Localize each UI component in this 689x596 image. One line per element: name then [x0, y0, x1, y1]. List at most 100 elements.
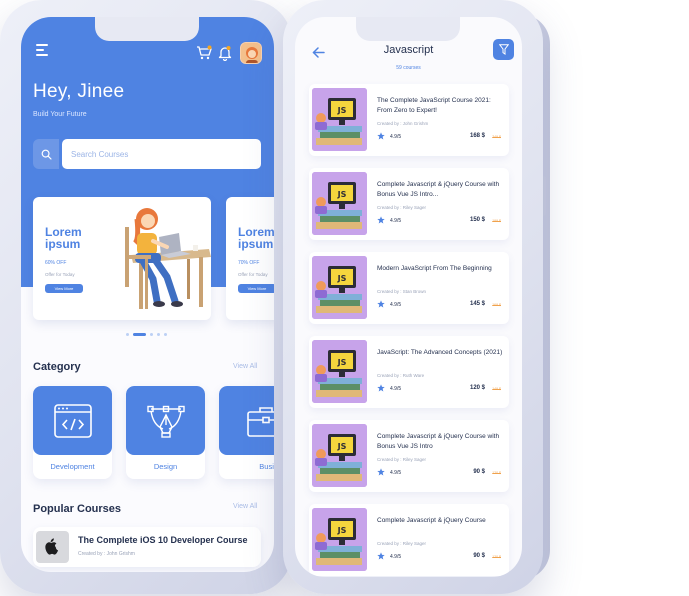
course-price: 120 $	[469, 385, 485, 391]
search-bar	[33, 139, 261, 169]
carousel-dots[interactable]	[126, 333, 167, 336]
javascript-thumbnail-illustration: JS	[312, 172, 367, 235]
javascript-thumbnail-illustration: JS	[312, 340, 367, 403]
view-more-button[interactable]: View More	[238, 284, 274, 293]
course-price: 90 $	[473, 469, 485, 475]
svg-text:JS: JS	[337, 274, 347, 283]
javascript-thumbnail-illustration: JS	[312, 508, 367, 571]
star-icon	[377, 552, 385, 560]
course-author: Created by : Riley Sager	[377, 457, 427, 462]
popular-course-author: Created by : John Grishm	[78, 551, 135, 557]
filter-button[interactable]	[493, 39, 514, 60]
course-author: Created by : Riley Sager	[377, 541, 427, 546]
course-thumbnail: JS	[312, 508, 367, 571]
course-title: Modern JavaScript From The Beginning	[377, 265, 492, 272]
promo-title: Lorem ipsum	[45, 225, 82, 251]
course-price: 90 $	[473, 553, 485, 559]
cart-icon[interactable]	[196, 45, 212, 61]
course-card[interactable]: JS Complete Javascript & jQuery Course w…	[309, 420, 509, 492]
star-icon	[377, 216, 385, 224]
search-button[interactable]	[33, 139, 59, 169]
promo-card[interactable]: Lorem ipsum 60% OFF Offer for Today View…	[33, 197, 211, 320]
javascript-thumbnail-illustration: JS	[312, 88, 367, 151]
briefcase-icon	[246, 406, 274, 437]
course-count: 59 courses	[396, 65, 421, 71]
course-card[interactable]: JS Complete Javascript & jQuery Course w…	[309, 168, 509, 240]
course-old-price: 149 $	[492, 387, 501, 391]
avatar[interactable]	[240, 42, 262, 64]
course-old-price: 120 $	[492, 555, 501, 559]
svg-text:JS: JS	[337, 442, 347, 451]
course-thumbnail: JS	[312, 424, 367, 487]
promo-discount: 70% OFF	[238, 260, 260, 266]
carousel-dot[interactable]	[157, 333, 160, 336]
category-label: Development	[50, 462, 95, 471]
promo-offer-text: Offer for Today	[238, 272, 268, 277]
menu-icon[interactable]	[36, 44, 50, 56]
course-card[interactable]: JS JavaScript: The Advanced Concepts (20…	[309, 336, 509, 408]
course-old-price: 199 $	[492, 219, 501, 223]
promo-card[interactable]: Lorem ipsum 70% OFF Offer for Today View…	[226, 197, 274, 320]
code-window-icon	[53, 403, 92, 438]
pen-tool-icon	[146, 405, 185, 438]
carousel-dot[interactable]	[126, 333, 129, 336]
filter-icon	[498, 44, 509, 55]
greeting-title: Hey, Jinee	[33, 81, 125, 102]
category-card-development[interactable]: Development	[33, 386, 112, 479]
course-thumbnail: JS	[312, 256, 367, 319]
course-price: 168 $	[469, 133, 485, 139]
greeting-subtitle: Build Your Future	[33, 111, 87, 118]
course-title: Complete Javascript & jQuery Course with…	[377, 181, 500, 198]
course-card[interactable]: JS The Complete JavaScript Course 2021: …	[309, 84, 509, 156]
popular-course-card[interactable]: The Complete iOS 10 Developer Course Cre…	[33, 527, 261, 567]
category-view-all-link[interactable]: View All	[233, 363, 257, 370]
popular-heading: Popular Courses	[33, 503, 122, 515]
course-title: Complete Javascript & jQuery Course	[377, 517, 486, 524]
carousel-dot[interactable]	[150, 333, 153, 336]
left-phone-notch	[95, 17, 199, 41]
home-screen: Hey, Jinee Build Your Future Lorem ipsum…	[21, 17, 274, 572]
course-old-price: 120 $	[492, 471, 501, 475]
category-card-business[interactable]: Business	[219, 386, 274, 479]
promo-discount: 60% OFF	[45, 260, 67, 266]
carousel-dot-active[interactable]	[133, 333, 146, 336]
category-tile	[219, 386, 274, 455]
course-old-price: 169 $	[492, 303, 501, 307]
popular-course-title: The Complete iOS 10 Developer Course	[78, 535, 248, 545]
view-more-button[interactable]: View More	[45, 284, 83, 293]
carousel-dot[interactable]	[164, 333, 167, 336]
course-author: Created by : Riley Sager	[377, 205, 427, 210]
javascript-thumbnail-illustration: JS	[312, 256, 367, 319]
category-card-design[interactable]: Design	[126, 386, 205, 479]
course-old-price: 249 $	[492, 135, 501, 139]
apple-logo-icon	[44, 538, 58, 555]
star-icon	[377, 468, 385, 476]
promo-title: Lorem ipsum	[238, 225, 274, 251]
course-rating: 4.9/5	[390, 218, 402, 224]
course-thumbnail: JS	[312, 172, 367, 235]
course-rating: 4.9/5	[390, 302, 402, 308]
course-card[interactable]: JS Modern JavaScript From The Beginning …	[309, 252, 509, 324]
search-icon	[41, 149, 52, 160]
svg-text:JS: JS	[337, 190, 347, 199]
svg-text:JS: JS	[337, 358, 347, 367]
course-author: Created by : John Grishm	[377, 121, 429, 126]
popular-view-all-link[interactable]: View All	[233, 503, 257, 510]
course-rating: 4.9/5	[390, 134, 402, 140]
course-price: 145 $	[469, 301, 485, 307]
course-rating: 4.9/5	[390, 470, 402, 476]
course-thumbnail: JS	[312, 340, 367, 403]
svg-text:JS: JS	[337, 526, 347, 535]
promo-offer-text: Offer for Today	[45, 272, 75, 277]
search-input[interactable]	[62, 139, 261, 169]
category-tile	[33, 386, 112, 455]
course-title: JavaScript: The Advanced Concepts (2021)	[377, 349, 503, 356]
course-card[interactable]: JS Complete Javascript & jQuery Course C…	[309, 504, 509, 576]
course-thumbnail: JS	[312, 88, 367, 151]
course-author: Created by : Ruth Ware	[377, 373, 425, 378]
course-rating: 4.9/5	[390, 554, 402, 560]
bell-icon[interactable]	[218, 45, 232, 61]
category-label: Business	[259, 462, 274, 471]
right-phone-notch	[356, 17, 460, 41]
category-heading: Category	[33, 361, 81, 373]
